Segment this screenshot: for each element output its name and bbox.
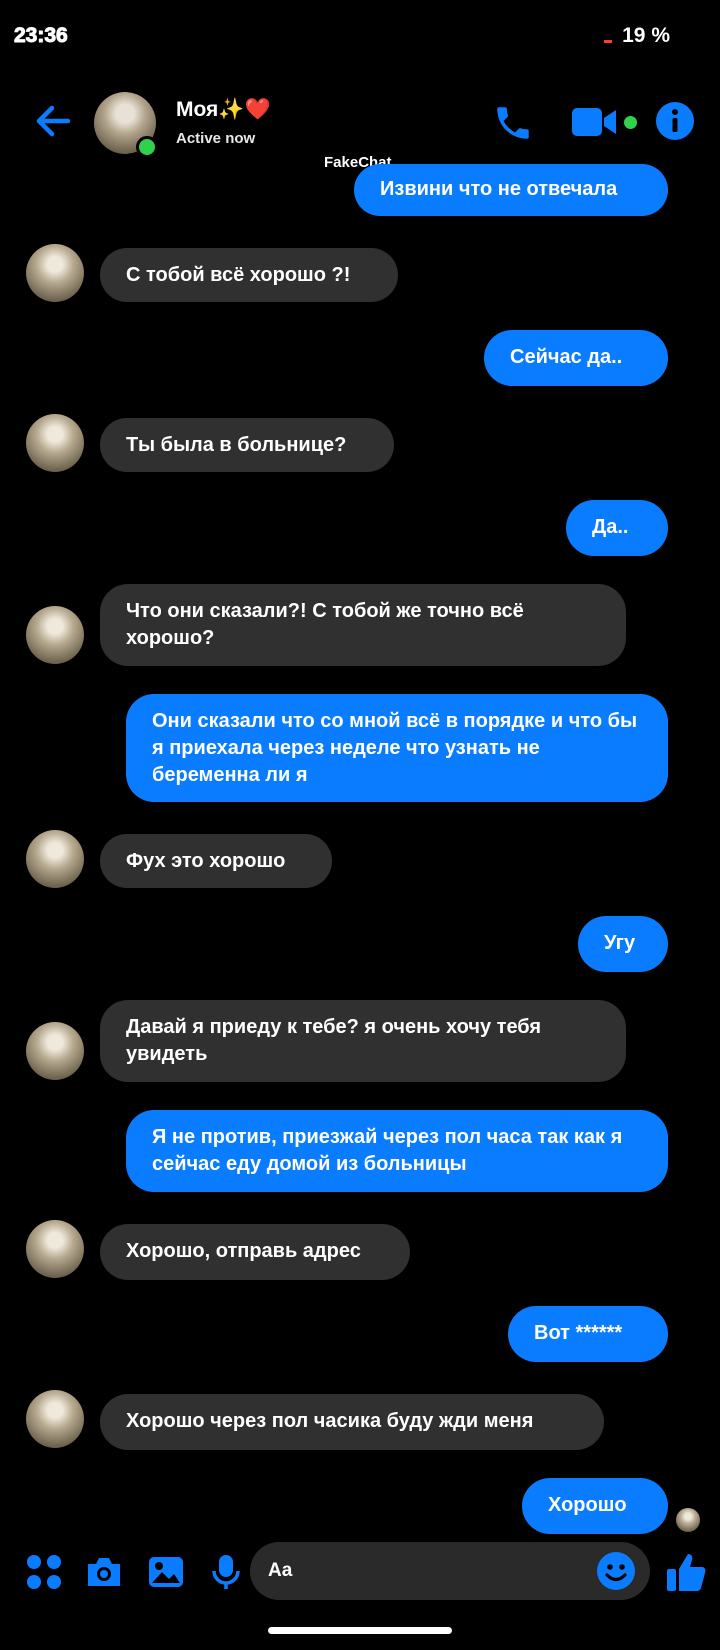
video-camera-icon[interactable] bbox=[570, 104, 620, 140]
message-bubble-incoming[interactable]: С тобой всё хорошо ?! bbox=[100, 248, 398, 302]
message-bubble-outgoing[interactable]: Я не против, приезжай через пол часа так… bbox=[126, 1110, 668, 1192]
sender-avatar[interactable] bbox=[26, 830, 84, 888]
message-input[interactable] bbox=[250, 1542, 650, 1600]
message-bubble-outgoing[interactable]: Они сказали что со мной всё в порядке и … bbox=[126, 694, 668, 802]
contact-name[interactable]: Моя✨❤️ bbox=[176, 98, 271, 122]
thumbs-up-icon[interactable] bbox=[664, 1550, 708, 1594]
battery-level: 19 % bbox=[622, 24, 670, 47]
camera-icon[interactable] bbox=[84, 1552, 124, 1592]
battery-low-indicator bbox=[604, 39, 613, 43]
gallery-icon[interactable] bbox=[146, 1552, 186, 1592]
message-bubble-incoming[interactable]: Ты была в больнице? bbox=[100, 418, 394, 472]
sender-avatar[interactable] bbox=[26, 244, 84, 302]
message-bubble-incoming[interactable]: Фух это хорошо bbox=[100, 834, 332, 888]
message-composer bbox=[0, 1540, 720, 1610]
apps-icon[interactable] bbox=[24, 1552, 64, 1592]
message-bubble-outgoing[interactable]: Хорошо bbox=[522, 1478, 668, 1534]
status-right: 19 % bbox=[604, 24, 670, 48]
back-arrow-icon[interactable] bbox=[32, 100, 74, 142]
message-bubble-outgoing[interactable]: Вот ****** bbox=[508, 1306, 668, 1362]
message-bubble-outgoing[interactable]: Извини что не отвечала bbox=[354, 164, 668, 216]
message-bubble-incoming[interactable]: Хорошо, отправь адрес bbox=[100, 1224, 410, 1280]
sender-avatar[interactable] bbox=[26, 1022, 84, 1080]
status-bar: 23:36 19 % bbox=[0, 0, 720, 70]
sender-avatar[interactable] bbox=[26, 1220, 84, 1278]
seen-receipt-avatar bbox=[676, 1508, 700, 1532]
message-bubble-outgoing[interactable]: Угу bbox=[578, 916, 668, 972]
sender-avatar[interactable] bbox=[26, 606, 84, 664]
message-bubble-incoming[interactable]: Что они сказали?! С тобой же точно всё х… bbox=[100, 584, 626, 666]
microphone-icon[interactable] bbox=[206, 1552, 246, 1592]
video-active-dot bbox=[624, 116, 637, 129]
info-icon[interactable] bbox=[654, 100, 696, 142]
contact-status: Active now bbox=[176, 130, 256, 147]
phone-icon[interactable] bbox=[492, 102, 534, 144]
home-indicator[interactable] bbox=[268, 1627, 452, 1634]
message-bubble-outgoing[interactable]: Да.. bbox=[566, 500, 668, 556]
sender-avatar[interactable] bbox=[26, 1390, 84, 1448]
sender-avatar[interactable] bbox=[26, 414, 84, 472]
message-bubble-outgoing[interactable]: Сейчас да.. bbox=[484, 330, 668, 386]
emoji-icon[interactable] bbox=[596, 1551, 636, 1591]
online-status-dot bbox=[136, 136, 158, 158]
status-time: 23:36 bbox=[14, 24, 69, 48]
message-bubble-incoming[interactable]: Хорошо через пол часика буду жди меня bbox=[100, 1394, 604, 1450]
message-bubble-incoming[interactable]: Давай я приеду к тебе? я очень хочу тебя… bbox=[100, 1000, 626, 1082]
